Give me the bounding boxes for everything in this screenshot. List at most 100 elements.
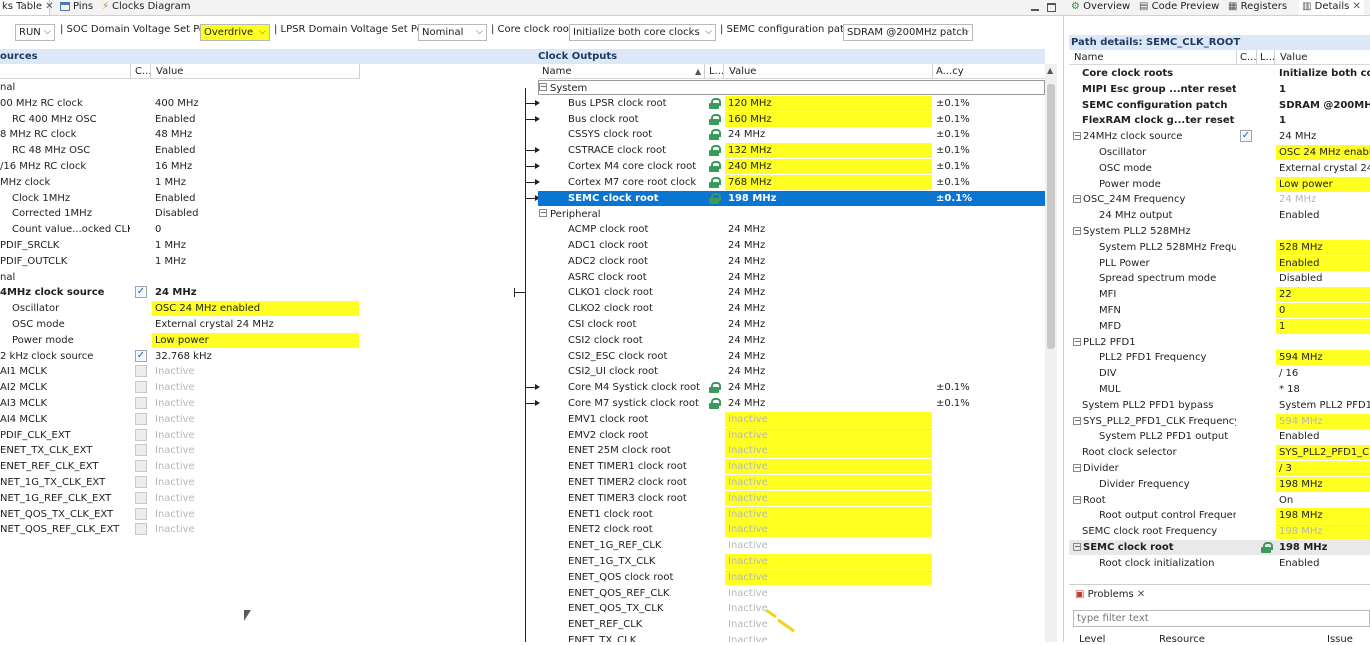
- outputs-row[interactable]: ENET 25M clock root Inactive: [538, 443, 1045, 458]
- sources-row[interactable]: PDIF_SRCLK 1 MHz: [0, 238, 512, 253]
- outputs-row[interactable]: ADC1 clock root 24 MHz: [538, 238, 1045, 253]
- outputs-row[interactable]: Core M4 Systick clock root 24 MHz ±0.1%: [538, 380, 1045, 395]
- outputs-row[interactable]: EMV1 clock root Inactive: [538, 412, 1045, 427]
- problems-col-level[interactable]: Level: [1079, 634, 1105, 645]
- details-row[interactable]: 24 MHz output Enabled: [1069, 208, 1370, 223]
- core-clock-roots-select[interactable]: Initialize both core clocks ⌵: [569, 24, 716, 41]
- sources-row[interactable]: nal: [0, 80, 512, 95]
- sources-row[interactable]: NET_1G_REF_CLK_EXT Inactive: [0, 491, 512, 506]
- sources-row[interactable]: AI3 MCLK Inactive: [0, 396, 512, 411]
- outputs-row[interactable]: CSI2_ESC clock root 24 MHz: [538, 349, 1045, 364]
- details-row[interactable]: − System PLL2 528MHz: [1069, 224, 1370, 239]
- details-row[interactable]: PLL Power Enabled: [1069, 256, 1370, 271]
- details-row[interactable]: DIV / 16: [1069, 366, 1370, 381]
- minimize-icon[interactable]: [1031, 3, 1039, 11]
- outputs-group-row[interactable]: − System: [538, 80, 1045, 95]
- scroll-up-icon[interactable]: ▲: [1047, 66, 1053, 75]
- details-row[interactable]: − SEMC clock root 198 MHz: [1069, 540, 1370, 555]
- outputs-row[interactable]: EMV2 clock root Inactive: [538, 428, 1045, 443]
- outputs-col-value[interactable]: Value: [729, 64, 756, 79]
- details-row[interactable]: System PLL2 528MHz Frequenc 528 MHz: [1069, 240, 1370, 255]
- details-row[interactable]: FlexRAM clock g...ter reset value 1: [1069, 113, 1370, 128]
- outputs-row[interactable]: ENET_TX_CLK Inactive: [538, 633, 1045, 642]
- outputs-col-l[interactable]: L...: [709, 64, 724, 79]
- collapse-toggle-icon[interactable]: −: [1073, 417, 1081, 425]
- tab-code-preview[interactable]: ▤ Code Preview: [1139, 0, 1219, 15]
- sources-row[interactable]: Oscillator OSC 24 MHz enabled: [0, 301, 512, 316]
- outputs-row[interactable]: ENET_QOS_TX_CLK Inactive: [538, 601, 1045, 616]
- outputs-col-name[interactable]: Name: [542, 64, 572, 79]
- details-row[interactable]: Root output control Frequency 198 MHz: [1069, 508, 1370, 523]
- close-icon[interactable]: ✕: [45, 1, 53, 12]
- checkbox[interactable]: [135, 429, 147, 441]
- outputs-row[interactable]: ENET1 clock root Inactive: [538, 507, 1045, 522]
- sources-row[interactable]: ENET_REF_CLK_EXT Inactive: [0, 459, 512, 474]
- sources-row[interactable]: AI2 MCLK Inactive: [0, 380, 512, 395]
- collapse-toggle-icon[interactable]: −: [1073, 195, 1081, 203]
- tab-clocks-diagram[interactable]: ⚡ Clocks Diagram: [102, 0, 202, 15]
- sources-row[interactable]: PDIF_OUTCLK 1 MHz: [0, 254, 512, 269]
- outputs-row[interactable]: CSI2 clock root 24 MHz: [538, 333, 1045, 348]
- checkbox[interactable]: [135, 460, 147, 472]
- soc-voltage-select[interactable]: Overdrive ⌵: [200, 24, 270, 41]
- outputs-row[interactable]: CSSYS clock root 24 MHz ±0.1%: [538, 127, 1045, 142]
- sources-col-value[interactable]: Value: [156, 64, 183, 79]
- sources-row[interactable]: nal: [0, 270, 512, 285]
- details-row[interactable]: Root clock selector SYS_PLL2_PFD1_CLK: [1069, 445, 1370, 460]
- sort-up-icon[interactable]: ▲: [695, 64, 701, 79]
- details-row[interactable]: MFI 22: [1069, 287, 1370, 302]
- problems-filter-input[interactable]: [1073, 610, 1370, 627]
- sources-row[interactable]: NET_QOS_TX_CLK_EXT Inactive: [0, 507, 512, 522]
- tab-problems[interactable]: ▣ Problems ✕: [1075, 588, 1145, 603]
- sources-row[interactable]: Power mode Low power: [0, 333, 512, 348]
- mode-select[interactable]: RUN ⌵: [15, 24, 55, 41]
- details-col-c[interactable]: C...: [1240, 50, 1257, 65]
- sources-row[interactable]: Clock 1MHz Enabled: [0, 191, 512, 206]
- details-row[interactable]: Spread spectrum mode Disabled: [1069, 271, 1370, 286]
- close-icon[interactable]: ✕: [1137, 589, 1145, 600]
- sources-row[interactable]: Corrected 1MHz Disabled: [0, 206, 512, 221]
- tab-pins[interactable]: Pins: [60, 0, 100, 15]
- sources-row[interactable]: AI4 MCLK Inactive: [0, 412, 512, 427]
- tab-details[interactable]: ▥ Details ✕: [1299, 0, 1364, 15]
- checkbox[interactable]: [135, 492, 147, 504]
- problems-col-issue[interactable]: Issue: [1327, 634, 1353, 645]
- checkbox[interactable]: [135, 413, 147, 425]
- sources-row[interactable]: /16 MHz RC clock 16 MHz: [0, 159, 512, 174]
- details-col-name[interactable]: Name: [1074, 50, 1104, 65]
- outputs-row[interactable]: CSI2_UI clock root 24 MHz: [538, 364, 1045, 379]
- details-row[interactable]: Root clock initialization Enabled: [1069, 556, 1370, 571]
- sources-row[interactable]: 8 MHz RC clock 48 MHz: [0, 127, 512, 142]
- sources-row[interactable]: ENET_TX_CLK_EXT Inactive: [0, 443, 512, 458]
- scrollbar-thumb[interactable]: [1047, 84, 1055, 349]
- checkbox[interactable]: [135, 523, 147, 535]
- outputs-row[interactable]: ENET TIMER2 clock root Inactive: [538, 475, 1045, 490]
- outputs-row[interactable]: CLKO2 clock root 24 MHz: [538, 301, 1045, 316]
- details-col-value[interactable]: Value: [1280, 50, 1307, 65]
- sources-row[interactable]: NET_QOS_REF_CLK_EXT Inactive: [0, 522, 512, 537]
- sources-row[interactable]: MHz clock 1 MHz: [0, 175, 512, 190]
- sources-row[interactable]: AI1 MCLK Inactive: [0, 364, 512, 379]
- tab-clocks-table[interactable]: ks Table ✕: [0, 0, 54, 15]
- semc-patch-select[interactable]: SDRAM @200MHz patch ⌵: [843, 24, 973, 41]
- sources-row[interactable]: 2 kHz clock source ✓ 32.768 kHz: [0, 349, 512, 364]
- sources-row[interactable]: RC 400 MHz OSC Enabled: [0, 112, 512, 127]
- sources-row[interactable]: PDIF_CLK_EXT Inactive: [0, 428, 512, 443]
- problems-col-resource[interactable]: Resource: [1159, 634, 1205, 645]
- close-icon[interactable]: ✕: [1353, 1, 1361, 12]
- outputs-row[interactable]: Bus LPSR clock root 120 MHz ±0.1%: [538, 96, 1045, 111]
- checkbox[interactable]: [135, 508, 147, 520]
- details-row[interactable]: Oscillator OSC 24 MHz enabled: [1069, 145, 1370, 160]
- details-row[interactable]: MIPI Esc group ...nter reset value 1: [1069, 82, 1370, 97]
- tab-registers[interactable]: ▦ Registers: [1228, 0, 1287, 15]
- details-row[interactable]: Core clock roots Initialize both core c: [1069, 66, 1370, 81]
- checkbox[interactable]: ✓: [1240, 130, 1252, 142]
- checkbox[interactable]: [135, 444, 147, 456]
- collapse-toggle-icon[interactable]: −: [539, 209, 547, 217]
- collapse-toggle-icon[interactable]: −: [1073, 132, 1081, 140]
- sources-row[interactable]: Count value...ocked CLK_1N 0: [0, 222, 512, 237]
- outputs-row[interactable]: Core M7 systick clock root 24 MHz ±0.1%: [538, 396, 1045, 411]
- collapse-toggle-icon[interactable]: −: [1073, 227, 1081, 235]
- checkbox[interactable]: [135, 365, 147, 377]
- details-row[interactable]: System PLL2 PFD1 output Enabled: [1069, 429, 1370, 444]
